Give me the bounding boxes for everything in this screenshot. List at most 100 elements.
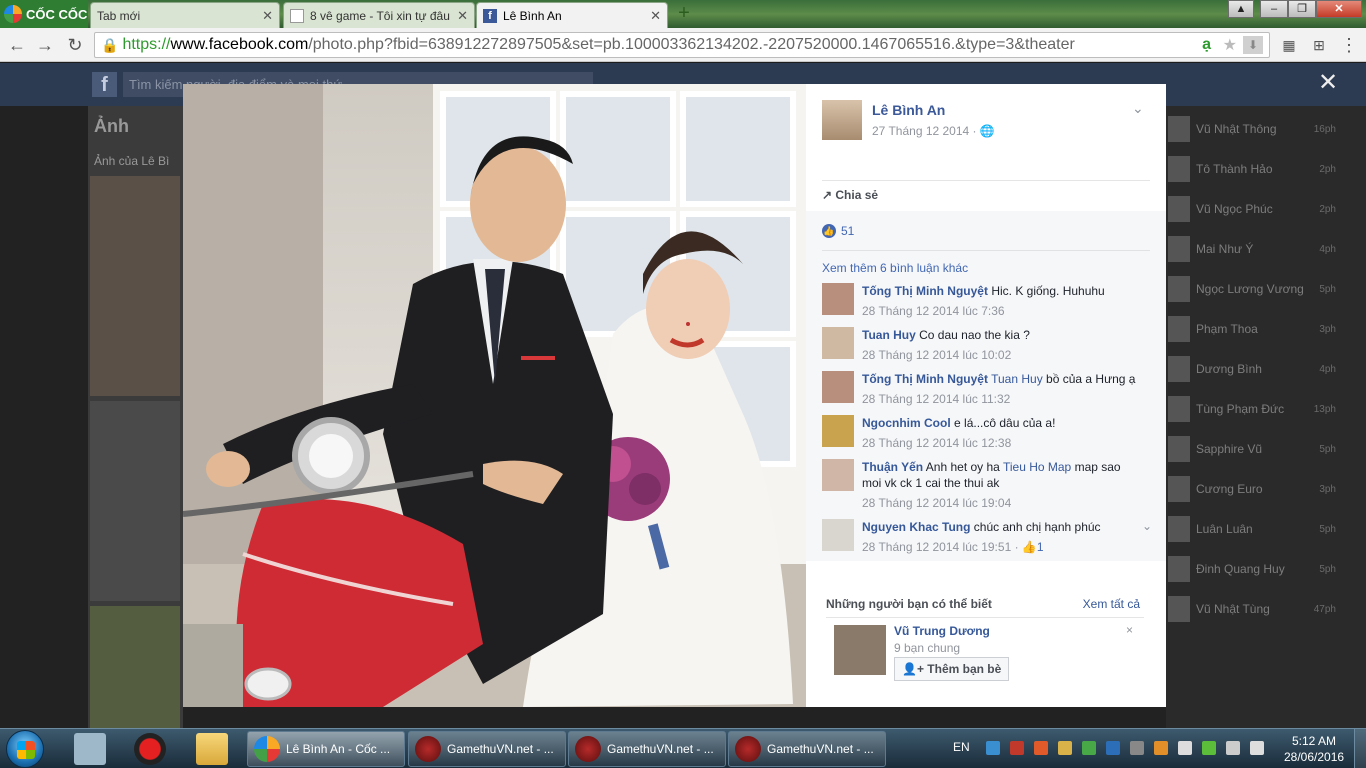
- maximize-icon[interactable]: ❐: [1288, 0, 1316, 18]
- show-desktop-button[interactable]: [1354, 729, 1366, 768]
- recorder-icon[interactable]: [134, 733, 166, 765]
- view-more-comments-link[interactable]: Xem thêm 6 bình luận khác: [822, 261, 968, 275]
- reload-icon[interactable]: ↻: [64, 34, 86, 56]
- comment-likes[interactable]: 1: [1037, 540, 1044, 554]
- tab-close-icon[interactable]: ✕: [457, 8, 468, 24]
- address-bar[interactable]: 🔒 https://www.facebook.com/photo.php?fbi…: [94, 32, 1270, 58]
- post-author-name[interactable]: Lê Bình An: [872, 102, 945, 118]
- close-photo-viewer-icon[interactable]: ✕: [1318, 71, 1338, 95]
- chat-list-item[interactable]: Sapphire Vũ 5ph: [1166, 432, 1366, 468]
- folder-icon[interactable]: [196, 733, 228, 765]
- comment-author[interactable]: Tuan Huy: [862, 328, 916, 342]
- chat-list-item[interactable]: Vũ Ngọc Phúc 2ph: [1166, 192, 1366, 228]
- chat-avatar: [1168, 116, 1190, 142]
- chat-list-item[interactable]: Mai Như Ý 4ph: [1166, 232, 1366, 268]
- app-tray-icon[interactable]: [1130, 741, 1144, 755]
- see-all-link[interactable]: Xem tất cả: [1083, 597, 1140, 611]
- tab-facebook[interactable]: f Lê Bình An ✕: [476, 2, 668, 28]
- app-tray-icon[interactable]: [1058, 741, 1072, 755]
- comment-author[interactable]: Tống Thị Minh Nguyệt: [862, 284, 988, 298]
- tab-close-icon[interactable]: ✕: [650, 8, 661, 24]
- close-window-icon[interactable]: ✕: [1316, 0, 1362, 18]
- chat-list-item[interactable]: Vũ Nhật Thông 16ph: [1166, 112, 1366, 148]
- suggested-friend-name[interactable]: Vũ Trung Dương: [894, 624, 990, 638]
- post-date[interactable]: 27 Tháng 12 2014 · 🌐: [872, 124, 995, 138]
- tagged-user-link[interactable]: Tieu Ho Map: [1003, 460, 1071, 474]
- taskbar-item-game[interactable]: GamethuVN.net - ...: [408, 731, 566, 767]
- app-tray-icon[interactable]: [1154, 741, 1168, 755]
- coccoc-menu-button[interactable]: CỐC CỐC: [0, 0, 88, 28]
- commenter-avatar[interactable]: [822, 519, 854, 551]
- comment-time[interactable]: 28 Tháng 12 2014 lúc 10:02: [862, 347, 1142, 363]
- network-tray-icon[interactable]: [986, 741, 1000, 755]
- author-avatar[interactable]: [822, 100, 862, 140]
- commenter-avatar[interactable]: [822, 459, 854, 491]
- mutual-friends[interactable]: 9 bạn chung: [894, 641, 960, 655]
- tagged-user-link[interactable]: Tuan Huy: [991, 372, 1043, 386]
- display-icon[interactable]: [1226, 741, 1240, 755]
- comment-author[interactable]: Tống Thị Minh Nguyệt: [862, 372, 988, 386]
- comment-like-icon[interactable]: 👍: [1022, 540, 1037, 554]
- taskbar-item-game[interactable]: GamethuVN.net - ...: [728, 731, 886, 767]
- forward-icon[interactable]: →: [34, 34, 56, 56]
- chat-list-item[interactable]: Tùng Phạm Đức 13ph: [1166, 392, 1366, 428]
- user-menu-icon[interactable]: ▲: [1228, 0, 1254, 18]
- app-tray-icon[interactable]: [1106, 741, 1120, 755]
- facebook-logo-icon[interactable]: f: [92, 72, 117, 97]
- comment-time[interactable]: 28 Tháng 12 2014 lúc 12:38: [862, 435, 1142, 451]
- chat-list-item[interactable]: Cương Euro 3ph: [1166, 472, 1366, 508]
- minimize-icon[interactable]: –: [1260, 0, 1288, 18]
- app-tray-icon[interactable]: [1034, 741, 1048, 755]
- vietnamese-input-icon[interactable]: ạ: [1202, 36, 1211, 54]
- add-friend-button[interactable]: 👤+ Thêm bạn bè: [894, 657, 1010, 681]
- taskbar-item-browser[interactable]: Lê Bình An - Cốc ...: [247, 731, 405, 767]
- suggested-friend-avatar[interactable]: [834, 625, 886, 675]
- menu-icon[interactable]: ⋮: [1338, 34, 1360, 56]
- tab-close-icon[interactable]: ✕: [262, 8, 273, 24]
- nvidia-icon[interactable]: [1202, 741, 1216, 755]
- comment-author[interactable]: Ngocnhim Cool: [862, 416, 951, 430]
- calculator-icon[interactable]: [74, 733, 106, 765]
- tab-new[interactable]: Tab mới ✕: [90, 2, 280, 28]
- app-tray-icon[interactable]: [1082, 741, 1096, 755]
- game-icon: [415, 736, 441, 762]
- likes-count[interactable]: 👍 51: [822, 224, 854, 238]
- chat-list-item[interactable]: Phạm Thoa 3ph: [1166, 312, 1366, 348]
- comment-time[interactable]: 28 Tháng 12 2014 lúc 11:32: [862, 391, 1142, 407]
- chat-list-item[interactable]: Đinh Quang Huy 5ph: [1166, 552, 1366, 588]
- qr-icon[interactable]: ▦: [1278, 34, 1300, 56]
- comment-time[interactable]: 28 Tháng 12 2014 lúc 19:51 ·: [862, 540, 1019, 554]
- commenter-avatar[interactable]: [822, 283, 854, 315]
- tab-game[interactable]: 8 vê game - Tôi xin tự đâu ✕: [283, 2, 475, 28]
- comment-time[interactable]: 28 Tháng 12 2014 lúc 19:04: [862, 495, 1142, 511]
- share-button[interactable]: ↗ Chia sẻ: [822, 188, 878, 202]
- comment-time[interactable]: 28 Tháng 12 2014 lúc 7:36: [862, 303, 1142, 319]
- chat-list-item[interactable]: Ngọc Lương Vương 5ph: [1166, 272, 1366, 308]
- download-icon[interactable]: ⬇: [1243, 36, 1263, 54]
- chat-list-item[interactable]: Dương Bình 4ph: [1166, 352, 1366, 388]
- chevron-down-icon[interactable]: ⌄: [1132, 100, 1144, 117]
- wedding-photo[interactable]: [183, 84, 806, 707]
- taskbar-item-game[interactable]: GamethuVN.net - ...: [568, 731, 726, 767]
- comment-author[interactable]: Thuận Yến: [862, 460, 923, 474]
- comment-author[interactable]: Nguyen Khac Tung: [862, 520, 970, 534]
- start-button[interactable]: [6, 730, 44, 768]
- back-icon[interactable]: ←: [6, 34, 28, 56]
- volume-icon[interactable]: [1250, 741, 1264, 755]
- chevron-down-icon[interactable]: ⌄: [1142, 519, 1152, 533]
- commenter-avatar[interactable]: [822, 327, 854, 359]
- new-tab-icon[interactable]: +: [674, 3, 694, 24]
- chat-list-item[interactable]: Luân Luân 5ph: [1166, 512, 1366, 548]
- clock-time: 5:12 AM: [1291, 734, 1337, 748]
- star-icon[interactable]: ★: [1223, 35, 1237, 55]
- chat-list-item[interactable]: Tô Thành Hảo 2ph: [1166, 152, 1366, 188]
- dismiss-icon[interactable]: ×: [1126, 623, 1133, 637]
- clock[interactable]: 5:12 AM 28/06/2016: [1284, 733, 1344, 765]
- language-indicator[interactable]: EN: [953, 740, 970, 754]
- chat-list-item[interactable]: Vũ Nhật Tùng 47ph: [1166, 592, 1366, 628]
- commenter-avatar[interactable]: [822, 415, 854, 447]
- extensions-icon[interactable]: ⊞: [1308, 34, 1330, 56]
- app-tray-icon[interactable]: [1010, 741, 1024, 755]
- commenter-avatar[interactable]: [822, 371, 854, 403]
- action-center-icon[interactable]: [1178, 741, 1192, 755]
